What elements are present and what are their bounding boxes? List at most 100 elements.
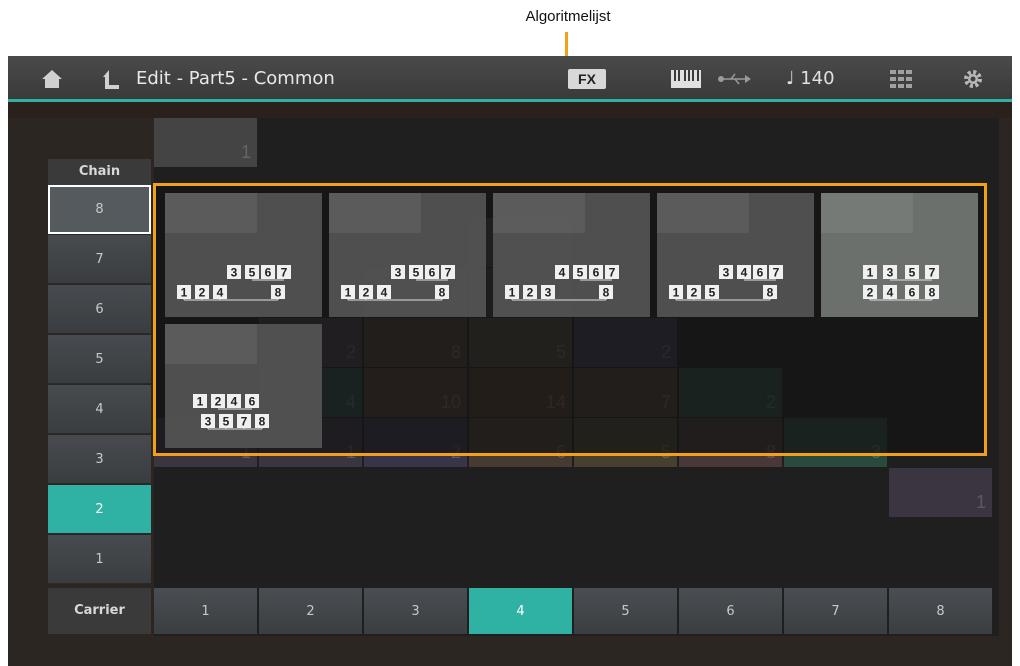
operator-box: 2 <box>359 285 373 300</box>
svg-text:2: 2 <box>691 286 698 300</box>
algorithm-list: 3567124835671248456712383467125813572468… <box>153 183 987 456</box>
operator-box: 4 <box>883 285 897 300</box>
svg-text:1: 1 <box>509 286 516 300</box>
operator-box: 7 <box>605 265 619 280</box>
operator-box: 1 <box>177 285 191 300</box>
grid-cell: 1 <box>154 118 257 167</box>
home-icon[interactable] <box>38 56 66 102</box>
algorithm-tile[interactable]: 3567 124 8 <box>329 193 486 317</box>
algorithm-tile[interactable]: 1246 3578 <box>165 324 322 448</box>
svg-text:3: 3 <box>205 415 212 429</box>
algorithm-tile[interactable]: 3467 125 8 <box>657 193 814 317</box>
page-title: Edit - Part5 - Common <box>136 68 335 89</box>
operator-box: 2 <box>523 285 537 300</box>
carrier-button-7[interactable]: 7 <box>784 588 887 634</box>
keyboard-icon <box>668 56 704 102</box>
operator-box: 6 <box>245 394 259 409</box>
svg-text:5: 5 <box>413 266 420 280</box>
svg-text:2: 2 <box>527 286 534 300</box>
operator-box: 1 <box>505 285 519 300</box>
svg-text:7: 7 <box>609 266 616 280</box>
svg-text:4: 4 <box>217 286 224 300</box>
algorithm-tile[interactable]: 3567 124 8 <box>165 193 322 317</box>
svg-text:4: 4 <box>231 395 238 409</box>
usb-icon <box>714 56 754 102</box>
back-icon[interactable] <box>96 56 124 102</box>
operator-box: 4 <box>737 265 751 280</box>
carrier-button-8[interactable]: 8 <box>889 588 992 634</box>
svg-text:6: 6 <box>757 266 764 280</box>
operator-box: 7 <box>237 414 251 429</box>
svg-text:3: 3 <box>723 266 730 280</box>
chain-button-4[interactable]: 4 <box>48 385 151 434</box>
carrier-button-1[interactable]: 1 <box>154 588 257 634</box>
carrier-button-4[interactable]: 4 <box>469 588 572 634</box>
operator-box: 8 <box>763 285 777 300</box>
operator-box: 4 <box>555 265 569 280</box>
operator-box: 5 <box>245 265 259 280</box>
operator-box: 8 <box>599 285 613 300</box>
operator-box: 2 <box>211 394 225 409</box>
operator-box: 4 <box>227 394 241 409</box>
operator-box: 1 <box>669 285 683 300</box>
chain-button-1[interactable]: 1 <box>48 535 151 584</box>
operator-box: 2 <box>195 285 209 300</box>
svg-text:5: 5 <box>577 266 584 280</box>
chain-header: Chain <box>48 159 151 185</box>
algorithm-tile[interactable]: 4567 123 8 <box>493 193 650 317</box>
fx-button[interactable]: FX <box>568 69 606 89</box>
operator-box: 6 <box>905 285 919 300</box>
operator-box: 6 <box>753 265 767 280</box>
operator-box: 5 <box>905 265 919 280</box>
tempo-display[interactable]: ♩ 140 <box>786 56 835 102</box>
chain-button-6[interactable]: 6 <box>48 285 151 334</box>
chain-button-5[interactable]: 5 <box>48 335 151 384</box>
operator-box: 1 <box>193 394 207 409</box>
svg-text:6: 6 <box>593 266 600 280</box>
svg-text:8: 8 <box>603 286 610 300</box>
svg-text:8: 8 <box>259 415 266 429</box>
svg-text:4: 4 <box>741 266 748 280</box>
svg-text:6: 6 <box>265 266 272 280</box>
carrier-button-6[interactable]: 6 <box>679 588 782 634</box>
algorithm-diagram: 1 2 4 6 3 5 7 8 <box>193 394 269 430</box>
svg-text:3: 3 <box>231 266 238 280</box>
svg-text:6: 6 <box>909 286 916 300</box>
operator-box: 8 <box>255 414 269 429</box>
algorithm-diagram: 3 4 6 7 1 2 5 8 <box>669 265 783 301</box>
grid-icon[interactable] <box>886 56 916 102</box>
chain-button-2[interactable]: 2 <box>48 485 151 534</box>
gear-icon[interactable] <box>958 56 988 102</box>
svg-text:3: 3 <box>395 266 402 280</box>
operator-box: 7 <box>277 265 291 280</box>
operator-box: 5 <box>409 265 423 280</box>
operator-box: 3 <box>391 265 405 280</box>
operator-box: 8 <box>925 285 939 300</box>
svg-text:6: 6 <box>429 266 436 280</box>
algorithm-list-callout-label: Algoritmelijst <box>525 8 611 25</box>
svg-text:7: 7 <box>929 266 936 280</box>
chain-button-7[interactable]: 7 <box>48 235 151 284</box>
svg-text:2: 2 <box>363 286 370 300</box>
svg-text:5: 5 <box>249 266 256 280</box>
operator-box: 3 <box>883 265 897 280</box>
operator-box: 6 <box>425 265 439 280</box>
svg-text:1: 1 <box>345 286 352 300</box>
carrier-button-3[interactable]: 3 <box>364 588 467 634</box>
operator-box: 1 <box>863 265 877 280</box>
operator-box: 7 <box>769 265 783 280</box>
chain-button-8[interactable]: 8 <box>48 185 151 234</box>
algorithm-diagram: 3 5 6 7 1 2 4 8 <box>177 265 291 301</box>
svg-text:5: 5 <box>909 266 916 280</box>
algorithm-tile[interactable]: 13 57 24 68 <box>821 193 978 317</box>
svg-text:3: 3 <box>887 266 894 280</box>
chain-button-3[interactable]: 3 <box>48 435 151 484</box>
operator-box: 1 <box>341 285 355 300</box>
operator-box: 2 <box>863 285 877 300</box>
carrier-button-5[interactable]: 5 <box>574 588 677 634</box>
svg-text:8: 8 <box>929 286 936 300</box>
svg-text:8: 8 <box>439 286 446 300</box>
svg-text:1: 1 <box>181 286 188 300</box>
carrier-button-2[interactable]: 2 <box>259 588 362 634</box>
algorithm-diagram: 1 3 5 7 2 4 6 8 <box>863 265 939 301</box>
